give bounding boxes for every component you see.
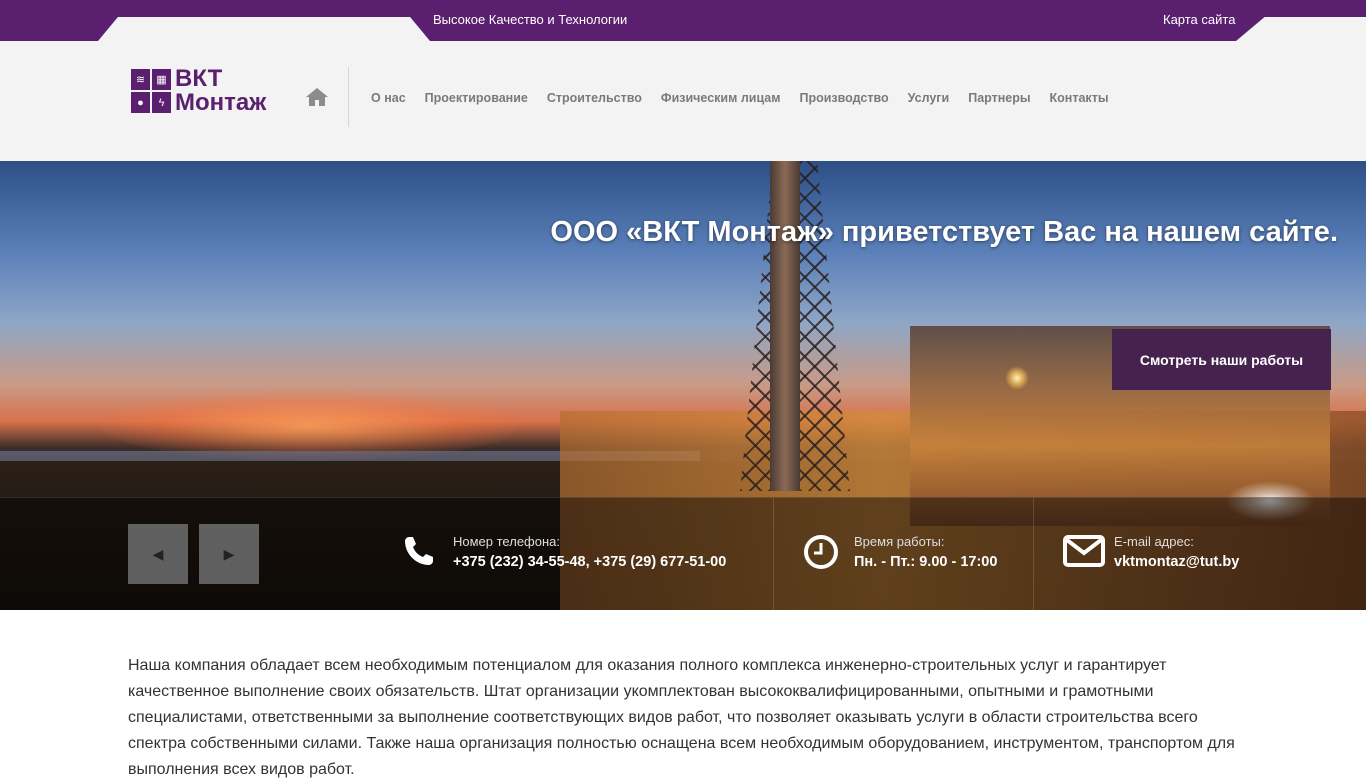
main-nav: О нас Проектирование Строительство Физич… <box>371 91 1128 105</box>
slider-next-button[interactable]: ▶ <box>199 524 259 584</box>
nav-item-design[interactable]: Проектирование <box>425 91 528 105</box>
nav-item-construction[interactable]: Строительство <box>547 91 642 105</box>
header-tab-left <box>98 17 430 41</box>
slider-prev-button[interactable]: ◀ <box>128 524 188 584</box>
clock-icon <box>803 534 839 570</box>
logo-mark: ≋ ▦ ● ϟ <box>131 69 171 113</box>
phone-value[interactable]: +375 (232) 34-55-48, +375 (29) 677-51-00 <box>453 554 726 570</box>
nav-item-production[interactable]: Производство <box>799 91 888 105</box>
envelope-icon <box>1063 534 1105 570</box>
logo-text-bottom: Монтаж <box>175 89 267 116</box>
phone-icon <box>402 534 438 570</box>
nav-item-services[interactable]: Услуги <box>908 91 950 105</box>
top-bar: Высокое Качество и Технологии Карта сайт… <box>0 0 1366 41</box>
chevron-right-icon: ▶ <box>223 545 235 562</box>
home-icon[interactable] <box>305 87 329 107</box>
header: ≋ ▦ ● ϟ ВКТ Монтаж О нас Проектирование … <box>0 41 1366 161</box>
logo-text-top: ВКТ <box>175 65 223 92</box>
header-tab-right <box>1236 17 1366 41</box>
heat-icon: ≋ <box>131 69 150 90</box>
info-divider <box>1033 498 1034 610</box>
nav-item-individuals[interactable]: Физическим лицам <box>661 91 781 105</box>
hours-value: Пн. - Пт.: 9.00 - 17:00 <box>854 554 998 570</box>
company-description: Наша компания обладает всем необходимым … <box>128 657 1235 778</box>
nav-item-partners[interactable]: Партнеры <box>968 91 1030 105</box>
hero-slider: ООО «ВКТ Монтаж» приветствует Вас на наш… <box>0 161 1366 610</box>
sitemap-link[interactable]: Карта сайта <box>1163 12 1235 27</box>
water-drop-icon: ● <box>131 92 150 113</box>
chevron-left-icon: ◀ <box>152 545 164 562</box>
hero-title: ООО «ВКТ Монтаж» приветствует Вас на наш… <box>550 216 1338 248</box>
logo[interactable]: ≋ ▦ ● ϟ ВКТ Монтаж <box>131 65 287 116</box>
nav-item-about[interactable]: О нас <box>371 91 406 105</box>
nav-item-contacts[interactable]: Контакты <box>1050 91 1109 105</box>
view-works-button[interactable]: Смотреть наши работы <box>1112 329 1331 390</box>
grid-icon: ▦ <box>152 69 171 90</box>
email-value[interactable]: vktmontaz@tut.by <box>1114 554 1239 570</box>
phone-label: Номер телефона: <box>453 534 560 549</box>
header-divider <box>348 67 349 127</box>
lightning-icon: ϟ <box>152 92 171 113</box>
email-label: E-mail адрес: <box>1114 534 1194 549</box>
hours-label: Время работы: <box>854 534 945 549</box>
tagline: Высокое Качество и Технологии <box>433 12 628 27</box>
hero-light <box>1005 366 1029 390</box>
hero-chimney <box>770 161 800 491</box>
info-divider <box>773 498 774 610</box>
contact-info-bar: ◀ ▶ Номер телефона: +375 (232) 34-55-48,… <box>0 497 1366 610</box>
